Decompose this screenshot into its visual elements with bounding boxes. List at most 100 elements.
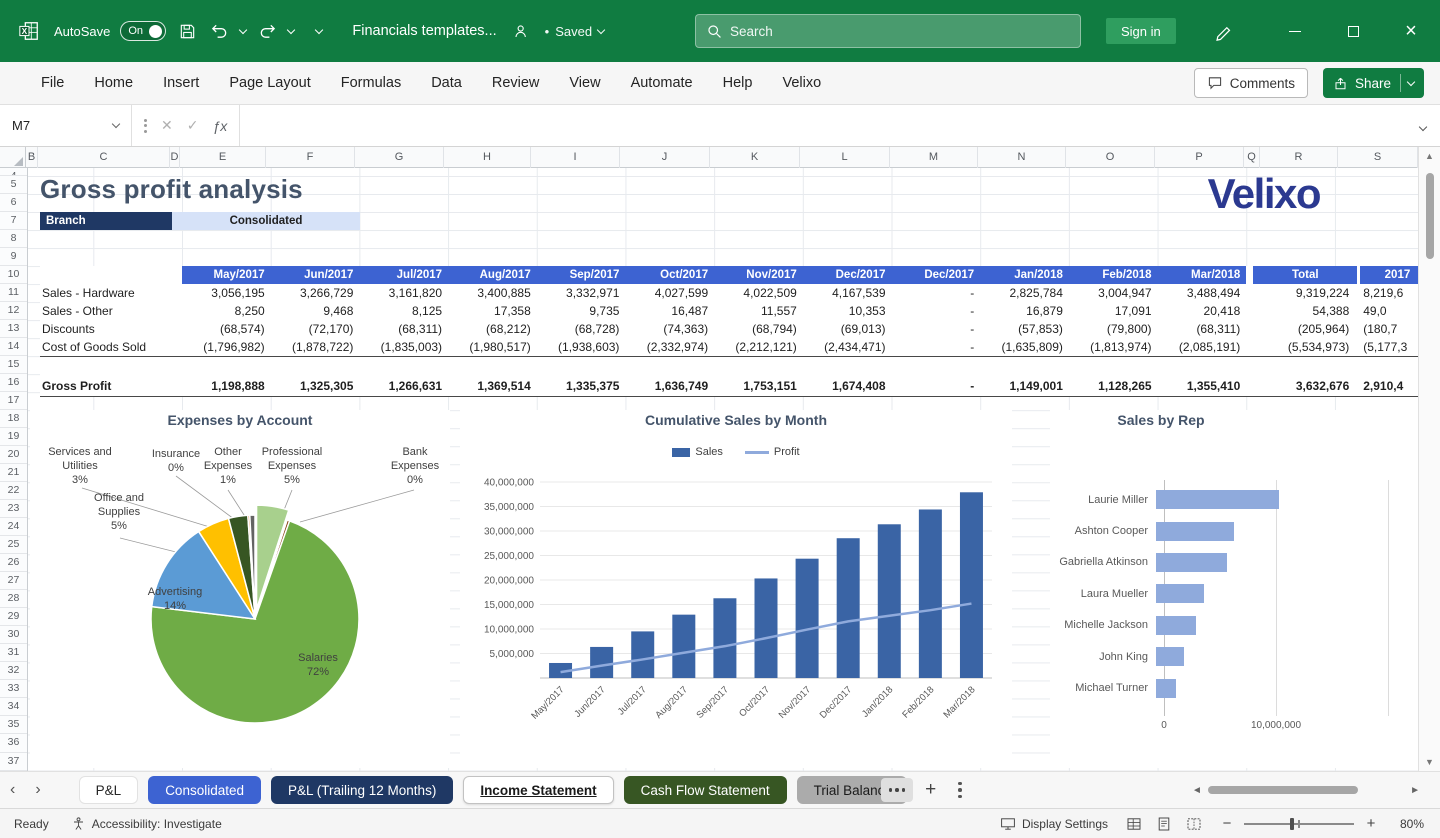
formula-input[interactable] (240, 105, 1406, 146)
value-cell[interactable]: 1,128,265 (1069, 379, 1158, 393)
save-icon[interactable] (176, 20, 198, 42)
column-header-H[interactable]: H (444, 147, 531, 168)
value-cell[interactable]: 9,735 (537, 304, 626, 318)
column-header-2017[interactable]: 2017 (1360, 266, 1418, 284)
ribbon-tab-home[interactable]: Home (79, 62, 148, 104)
row-header-33[interactable]: 33 (0, 680, 27, 698)
value-cell[interactable]: (57,853) (980, 322, 1069, 336)
vertical-scrollbar-thumb[interactable] (1426, 173, 1434, 259)
document-title[interactable]: Financials templates... (352, 23, 496, 39)
maximize-button[interactable] (1324, 0, 1382, 62)
total-cell[interactable]: (205,964) (1253, 322, 1357, 336)
value-cell[interactable]: 1,335,375 (537, 379, 626, 393)
search-bar[interactable] (695, 14, 1081, 48)
column-header-jan-2018[interactable]: Jan/2018 (980, 266, 1069, 284)
value-cell[interactable]: 8,125 (359, 304, 448, 318)
value-cell[interactable]: 17,091 (1069, 304, 1158, 318)
name-box[interactable]: M7 (0, 105, 132, 146)
value-cell[interactable]: 2,825,784 (980, 286, 1069, 300)
row-header-15[interactable]: 15 (0, 356, 27, 374)
value-cell[interactable]: - (892, 340, 981, 354)
column-header-sep-2017[interactable]: Sep/2017 (537, 266, 626, 284)
row-header-12[interactable]: 12 (0, 302, 27, 320)
zoom-slider-thumb[interactable] (1290, 818, 1294, 830)
column-header-L[interactable]: L (800, 147, 890, 168)
quick-access-toolbar-chevron-icon[interactable] (315, 25, 323, 33)
column-header-dec-2017[interactable]: Dec/2017 (803, 266, 892, 284)
ribbon-tab-file[interactable]: File (26, 62, 79, 104)
comments-button[interactable]: Comments (1194, 68, 1308, 98)
row-header-30[interactable]: 30 (0, 626, 27, 644)
column-header-feb-2018[interactable]: Feb/2018 (1069, 266, 1158, 284)
row-label[interactable]: Cost of Goods Sold (40, 340, 182, 354)
value-cell[interactable]: 3,400,885 (448, 286, 537, 300)
total-cell[interactable]: 9,319,224 (1253, 286, 1357, 300)
confirm-entry-icon[interactable]: ✓ (187, 117, 199, 134)
cancel-entry-icon[interactable]: ✕ (161, 117, 173, 134)
row-header-14[interactable]: 14 (0, 338, 27, 356)
value-cell[interactable]: (68,311) (359, 322, 448, 336)
row-header-5[interactable]: 5 (0, 176, 27, 194)
value-cell[interactable]: 3,488,494 (1158, 286, 1247, 300)
value-cell[interactable]: (79,800) (1069, 322, 1158, 336)
value-cell[interactable]: 16,487 (625, 304, 714, 318)
year-cell[interactable]: (5,177,3 (1360, 340, 1418, 354)
expand-formula-bar-chevron-icon[interactable] (1406, 117, 1440, 135)
value-cell[interactable]: 1,325,305 (271, 379, 360, 393)
column-header-oct-2017[interactable]: Oct/2017 (625, 266, 714, 284)
formula-bar-drag-handle[interactable] (144, 119, 147, 133)
row-header-19[interactable]: 19 (0, 428, 27, 446)
row-header-27[interactable]: 27 (0, 572, 27, 590)
sheet-tab-p-l-trailing-12-months[interactable]: P&L (Trailing 12 Months) (271, 776, 453, 804)
page-break-preview-icon[interactable] (1186, 816, 1202, 832)
column-header-N[interactable]: N (978, 147, 1066, 168)
column-header-C[interactable]: C (38, 147, 170, 168)
year-cell[interactable]: 2,910,4 (1360, 379, 1418, 393)
row-header-22[interactable]: 22 (0, 482, 27, 500)
row-header-7[interactable]: 7 (0, 212, 27, 230)
total-cell[interactable]: 54,388 (1253, 304, 1357, 318)
value-cell[interactable]: 20,418 (1158, 304, 1247, 318)
more-sheets-button[interactable] (881, 778, 914, 802)
row-label[interactable]: Gross Profit (40, 379, 182, 393)
value-cell[interactable]: 1,355,410 (1158, 379, 1247, 393)
column-header-M[interactable]: M (890, 147, 978, 168)
value-cell[interactable]: 16,879 (980, 304, 1069, 318)
branch-label-cell[interactable]: Branch (40, 212, 172, 230)
value-cell[interactable]: 4,022,509 (714, 286, 803, 300)
previous-sheet-icon[interactable]: ‹ (0, 781, 25, 799)
value-cell[interactable]: 1,266,631 (359, 379, 448, 393)
value-cell[interactable]: (74,363) (625, 322, 714, 336)
value-cell[interactable]: 1,369,514 (448, 379, 537, 393)
sheet-tab-consolidated[interactable]: Consolidated (148, 776, 261, 804)
row-header-18[interactable]: 18 (0, 410, 27, 428)
row-header-26[interactable]: 26 (0, 554, 27, 572)
row-header-21[interactable]: 21 (0, 464, 27, 482)
value-cell[interactable]: (68,574) (182, 322, 271, 336)
column-header-K[interactable]: K (710, 147, 800, 168)
column-header-J[interactable]: J (620, 147, 710, 168)
value-cell[interactable]: - (892, 379, 981, 393)
year-cell[interactable]: 49,0 (1360, 304, 1418, 318)
column-header-P[interactable]: P (1155, 147, 1244, 168)
sheet-tab-p-l[interactable]: P&L (79, 776, 139, 804)
ribbon-tab-page-layout[interactable]: Page Layout (214, 62, 325, 104)
redo-dropdown-icon[interactable] (287, 25, 295, 33)
row-header-37[interactable]: 37 (0, 753, 27, 771)
insert-function-icon[interactable]: ƒx (212, 118, 227, 134)
row-header-28[interactable]: 28 (0, 590, 27, 608)
spreadsheet-canvas[interactable]: Gross profit analysis Velixo Branch Cons… (28, 168, 1418, 771)
row-header-6[interactable]: 6 (0, 194, 27, 212)
value-cell[interactable]: 9,468 (271, 304, 360, 318)
column-header-total[interactable]: Total (1253, 266, 1357, 284)
scroll-right-icon[interactable]: ► (1404, 785, 1426, 796)
sheet-tab-cash-flow-statement[interactable]: Cash Flow Statement (624, 776, 787, 804)
column-header-I[interactable]: I (531, 147, 620, 168)
minimize-button[interactable] (1266, 0, 1324, 62)
row-header-36[interactable]: 36 (0, 734, 27, 752)
column-header-G[interactable]: G (355, 147, 444, 168)
value-cell[interactable]: (68,212) (448, 322, 537, 336)
row-header-35[interactable]: 35 (0, 716, 27, 734)
row-header-11[interactable]: 11 (0, 284, 27, 302)
ribbon-tab-velixo[interactable]: Velixo (767, 62, 836, 104)
